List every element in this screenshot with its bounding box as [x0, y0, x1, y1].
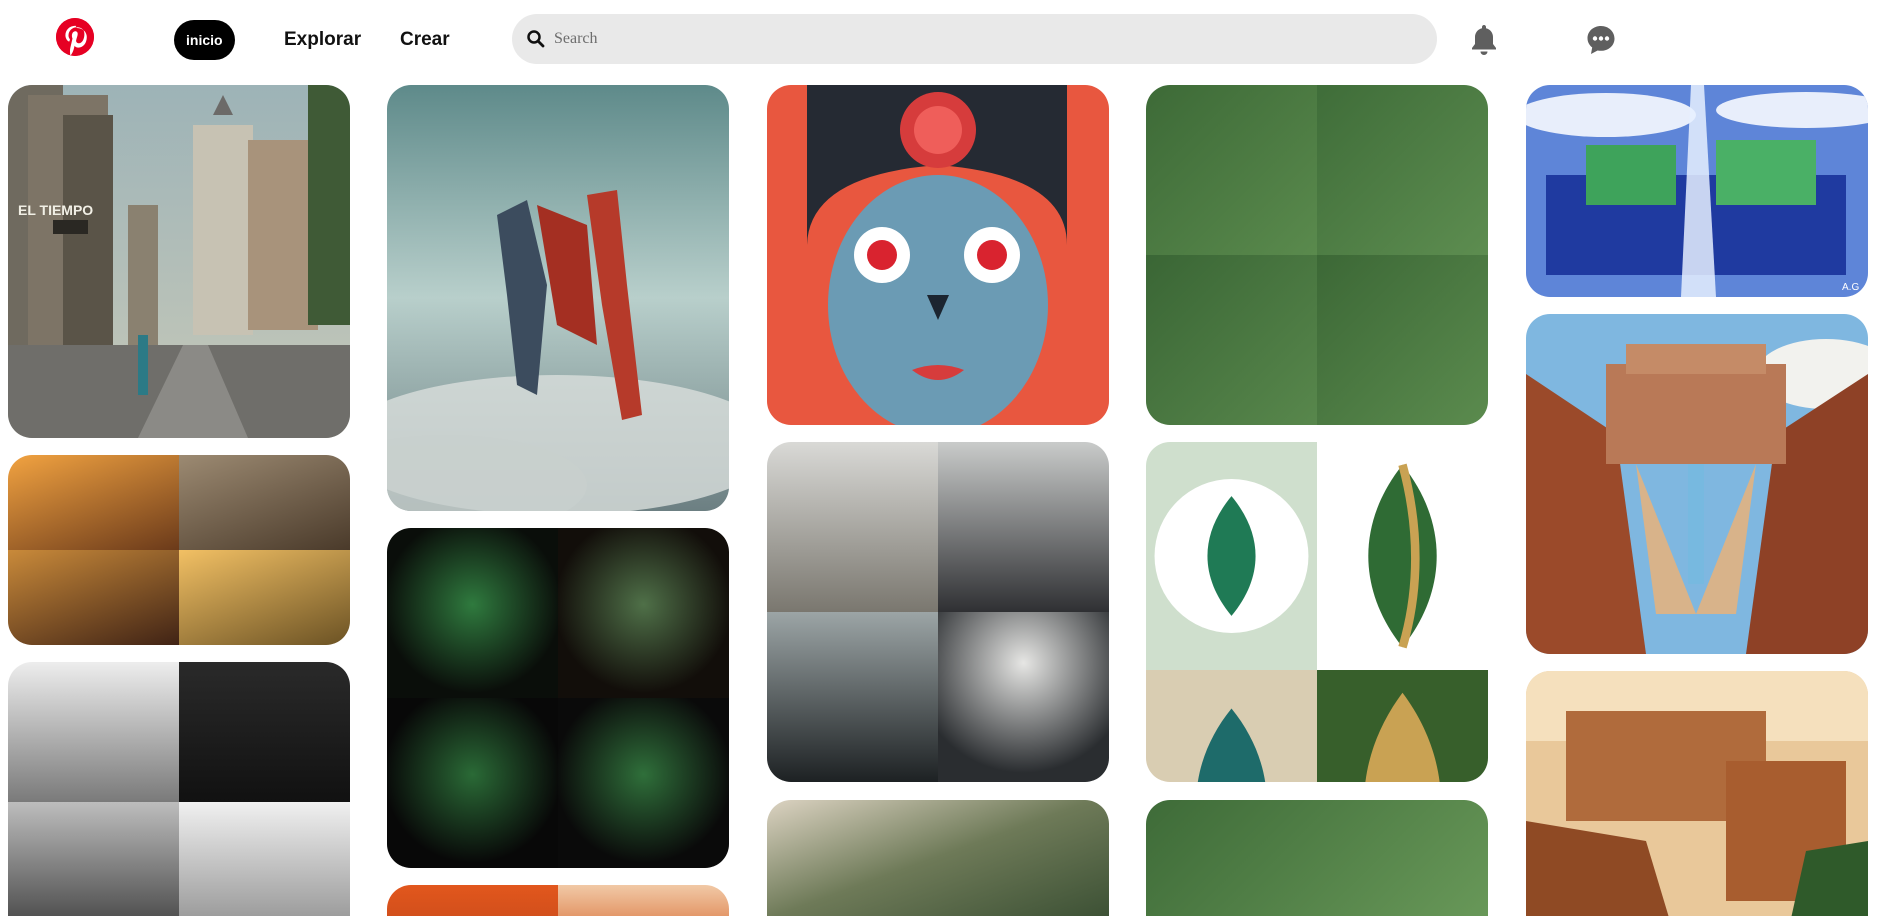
pin-dark-fashion-grid[interactable]	[767, 442, 1109, 782]
pin-leaf-logos-grid[interactable]	[1146, 442, 1488, 782]
pin-canyon-palace[interactable]	[1526, 314, 1868, 654]
search-icon	[527, 30, 545, 48]
overlay-text: A.G	[1842, 282, 1859, 293]
search-bar[interactable]	[512, 14, 1437, 64]
search-input[interactable]	[554, 30, 1414, 48]
pin-robot-girl[interactable]	[767, 85, 1109, 425]
top-navigation-bar: inicio Explorar Crear	[0, 0, 1883, 80]
pin-redhead-grid[interactable]	[387, 885, 729, 916]
pin-leaf-cards-grid[interactable]	[1146, 85, 1488, 425]
pin-city-street[interactable]: EL TIEMPO	[8, 85, 350, 438]
nav-home-pill[interactable]: inicio	[174, 20, 235, 60]
bell-icon[interactable]	[1460, 16, 1508, 64]
chat-bubble-icon[interactable]	[1577, 16, 1625, 64]
pin-blue-city[interactable]: A.G	[1526, 85, 1868, 297]
overlay-text: EL TIEMPO	[18, 202, 93, 218]
pin-leaf-card-closeup[interactable]	[1146, 800, 1488, 916]
nav-explore-link[interactable]: Explorar	[284, 20, 361, 60]
pinterest-logo-icon[interactable]	[56, 18, 94, 56]
nav-create-link[interactable]: Crear	[400, 20, 450, 60]
pin-desert-palace[interactable]	[1526, 671, 1868, 916]
pin-bulldog-grid[interactable]	[8, 455, 350, 645]
pin-manga-suits-grid[interactable]	[8, 662, 350, 916]
pin-green-blazers-grid[interactable]	[387, 528, 729, 868]
pin-aerial-park[interactable]	[767, 800, 1109, 916]
pin-flying-heroes[interactable]	[387, 85, 729, 511]
